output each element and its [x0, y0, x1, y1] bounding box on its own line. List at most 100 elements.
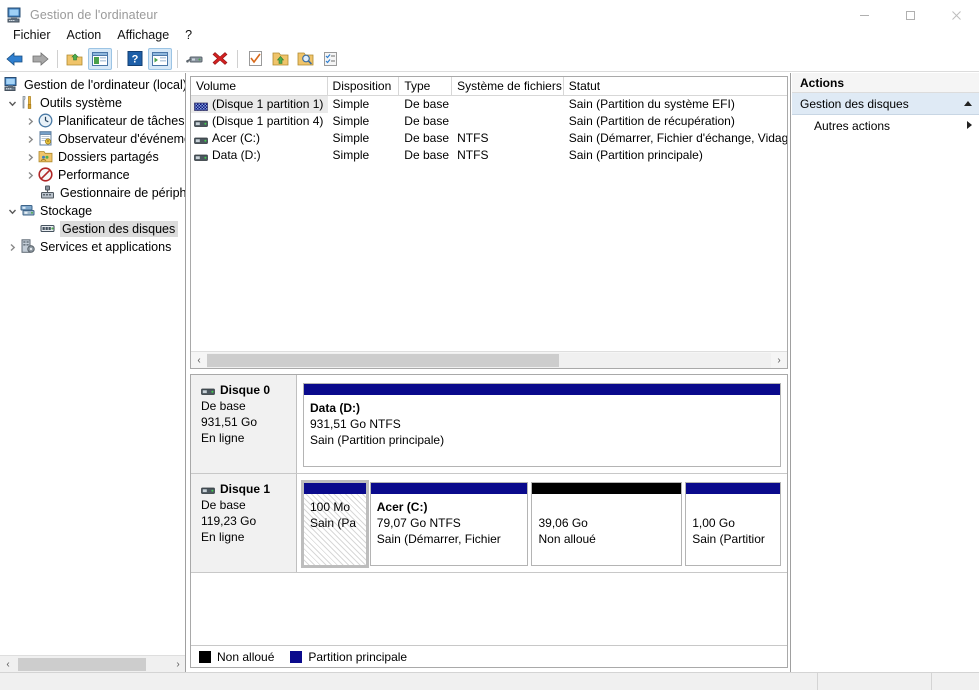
- console-tree-pane: Gestion de l'ordinateur (local) Outils s…: [0, 73, 186, 672]
- partition-info: 1,00 Go Sain (Partitior: [686, 494, 780, 565]
- cell-volume: Data (D:): [191, 147, 328, 164]
- partition-info: 100 Mo Sain (Pa: [304, 494, 366, 565]
- cell-filesystem: NTFS: [457, 131, 489, 145]
- cell-filesystem: NTFS: [457, 148, 489, 162]
- chevron-down-icon[interactable]: [4, 203, 20, 219]
- tree-item-stockage[interactable]: Stockage: [0, 202, 185, 220]
- partition-status: Sain (Partition principale): [310, 433, 445, 447]
- efi-partition-icon: [194, 100, 208, 111]
- tree-item-observateur-evenements[interactable]: Observateur d'événements: [0, 130, 185, 148]
- show-hide-console-tree-icon[interactable]: [88, 47, 112, 70]
- chevron-right-icon[interactable]: [22, 113, 38, 129]
- disk-graphical-view: Disque 0 De base 931,51 Go En ligne Data…: [190, 374, 788, 668]
- disk-size-1: 119,23 Go: [201, 514, 257, 528]
- performance-icon: [38, 167, 55, 183]
- chevron-right-icon[interactable]: [966, 120, 973, 132]
- disk-row-1[interactable]: Disque 1 De base 119,23 Go En ligne 100 …: [191, 474, 787, 573]
- scroll-left-arrow-icon[interactable]: ‹: [0, 657, 16, 672]
- menu-bar: Fichier Action Affichage ?: [0, 24, 979, 46]
- menu-affichage[interactable]: Affichage: [109, 26, 177, 44]
- volume-scroll-thumb[interactable]: [207, 353, 559, 367]
- column-header-systeme-de-fichiers[interactable]: Système de fichiers: [452, 77, 564, 96]
- show-hide-action-pane-icon[interactable]: [148, 47, 172, 70]
- column-header-type[interactable]: Type: [399, 77, 453, 96]
- scroll-right-arrow-icon[interactable]: ›: [771, 353, 787, 368]
- svg-text:?: ?: [132, 54, 139, 66]
- chevron-up-icon[interactable]: [963, 99, 973, 109]
- rescan-disks-icon[interactable]: [183, 48, 207, 70]
- volume-list-header: Volume Disposition Type Système de fichi…: [191, 77, 787, 96]
- chevron-right-icon[interactable]: [22, 167, 38, 183]
- cell-type: De base: [404, 148, 449, 162]
- partition-block-efi[interactable]: 100 Mo Sain (Pa: [301, 480, 369, 568]
- tree-item-planificateur-taches[interactable]: Planificateur de tâches: [0, 112, 185, 130]
- tree-item-performance[interactable]: Performance: [0, 166, 185, 184]
- computer-management-window: Gestion de l'ordinateur Fichier Action A…: [0, 0, 979, 690]
- menu-action[interactable]: Action: [59, 26, 110, 44]
- cell-volume-label: Data (D:): [212, 148, 261, 162]
- toolbar-separator: [57, 49, 58, 68]
- scroll-left-arrow-icon[interactable]: ‹: [191, 353, 207, 368]
- chevron-right-icon[interactable]: [22, 131, 38, 147]
- event-viewer-icon: [38, 131, 55, 147]
- find-icon[interactable]: [293, 48, 317, 70]
- partition-block-acer-c[interactable]: Acer (C:) 79,07 Go NTFS Sain (Démarrer, …: [369, 482, 529, 566]
- table-row[interactable]: (Disque 1 partition 4) Simple De base Sa…: [191, 113, 787, 130]
- tree-scroll-track[interactable]: [16, 656, 170, 672]
- partition-label: Acer (C:): [376, 500, 428, 514]
- volume-list-horizontal-scrollbar[interactable]: ‹ ›: [191, 351, 787, 368]
- cell-type: De base: [404, 131, 449, 145]
- table-row[interactable]: Data (D:) Simple De base NTFS Sain (Part…: [191, 147, 787, 164]
- column-header-disposition[interactable]: Disposition: [328, 77, 400, 96]
- actions-group-gestion-des-disques[interactable]: Gestion des disques: [792, 93, 979, 115]
- task-list-icon[interactable]: [318, 48, 342, 70]
- tree-item-outils-systeme[interactable]: Outils système: [0, 94, 185, 112]
- up-folder-icon[interactable]: [63, 48, 87, 70]
- chevron-down-icon[interactable]: [4, 95, 20, 111]
- cell-disposition: Simple: [332, 97, 370, 111]
- actions-group-label: Gestion des disques: [800, 96, 909, 111]
- disk-row-0[interactable]: Disque 0 De base 931,51 Go En ligne Data…: [191, 375, 787, 474]
- chevron-right-icon[interactable]: [4, 239, 20, 255]
- scroll-right-arrow-icon[interactable]: ›: [170, 657, 185, 672]
- partition-block-unallocated[interactable]: 39,06 Go Non alloué: [531, 482, 683, 566]
- partition-size: 1,00 Go: [692, 516, 735, 530]
- partition-size: 39,06 Go: [538, 516, 588, 530]
- disk-legend: Non alloué Partition principale: [191, 645, 787, 667]
- tree-item-gestion-des-disques[interactable]: Gestion des disques: [0, 220, 185, 238]
- column-header-volume[interactable]: Volume: [191, 77, 328, 96]
- disk-management-pane: Volume Disposition Type Système de fichi…: [187, 73, 791, 672]
- tree-item-root[interactable]: Gestion de l'ordinateur (local): [0, 76, 185, 94]
- menu-help[interactable]: ?: [177, 26, 200, 44]
- cell-volume: (Disque 1 partition 4): [191, 113, 328, 130]
- tree-item-gestionnaire-peripheriques[interactable]: Gestionnaire de périphériques: [0, 184, 185, 202]
- chevron-right-icon[interactable]: [22, 149, 38, 165]
- drive-icon: [194, 134, 208, 144]
- cell-disposition: Simple: [332, 114, 370, 128]
- partition-block-data-d[interactable]: Data (D:) 931,51 Go NTFS Sain (Partition…: [303, 383, 781, 467]
- cell-type: De base: [404, 114, 449, 128]
- partition-size: 79,07 Go NTFS: [376, 516, 461, 530]
- delete-icon[interactable]: [208, 48, 232, 70]
- tree-horizontal-scrollbar[interactable]: ‹ ›: [0, 655, 185, 672]
- tree-item-services-applications[interactable]: Services et applications: [0, 238, 185, 256]
- tree-scroll-thumb[interactable]: [18, 657, 146, 671]
- partition-color-bar: [686, 483, 780, 494]
- back-icon[interactable]: [3, 48, 27, 70]
- export-list-icon[interactable]: [268, 48, 292, 70]
- table-row[interactable]: (Disque 1 partition 1) Simple De base Sa…: [191, 96, 787, 113]
- properties-icon[interactable]: [243, 48, 267, 70]
- storage-icon: [20, 203, 37, 219]
- actions-pane-title: Actions: [792, 73, 979, 93]
- disk-header-1[interactable]: Disque 1 De base 119,23 Go En ligne: [191, 474, 297, 572]
- partition-block-recovery[interactable]: 1,00 Go Sain (Partitior: [685, 482, 781, 566]
- disk-header-0[interactable]: Disque 0 De base 931,51 Go En ligne: [191, 375, 297, 473]
- column-header-statut[interactable]: Statut: [564, 77, 787, 96]
- volume-scroll-track[interactable]: [207, 352, 771, 368]
- tree-item-dossiers-partages[interactable]: Dossiers partagés: [0, 148, 185, 166]
- table-row[interactable]: Acer (C:) Simple De base NTFS Sain (Déma…: [191, 130, 787, 147]
- forward-icon[interactable]: [28, 48, 52, 70]
- menu-fichier[interactable]: Fichier: [5, 26, 59, 44]
- help-icon[interactable]: ?: [123, 48, 147, 70]
- actions-item-autres-actions[interactable]: Autres actions: [792, 115, 979, 137]
